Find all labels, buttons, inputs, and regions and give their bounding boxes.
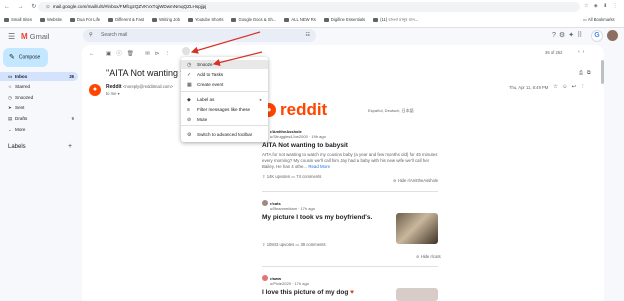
- annotation-arrow: [212, 51, 263, 67]
- annotation-arrows: [190, 31, 263, 67]
- annotation-arrow: [190, 31, 261, 54]
